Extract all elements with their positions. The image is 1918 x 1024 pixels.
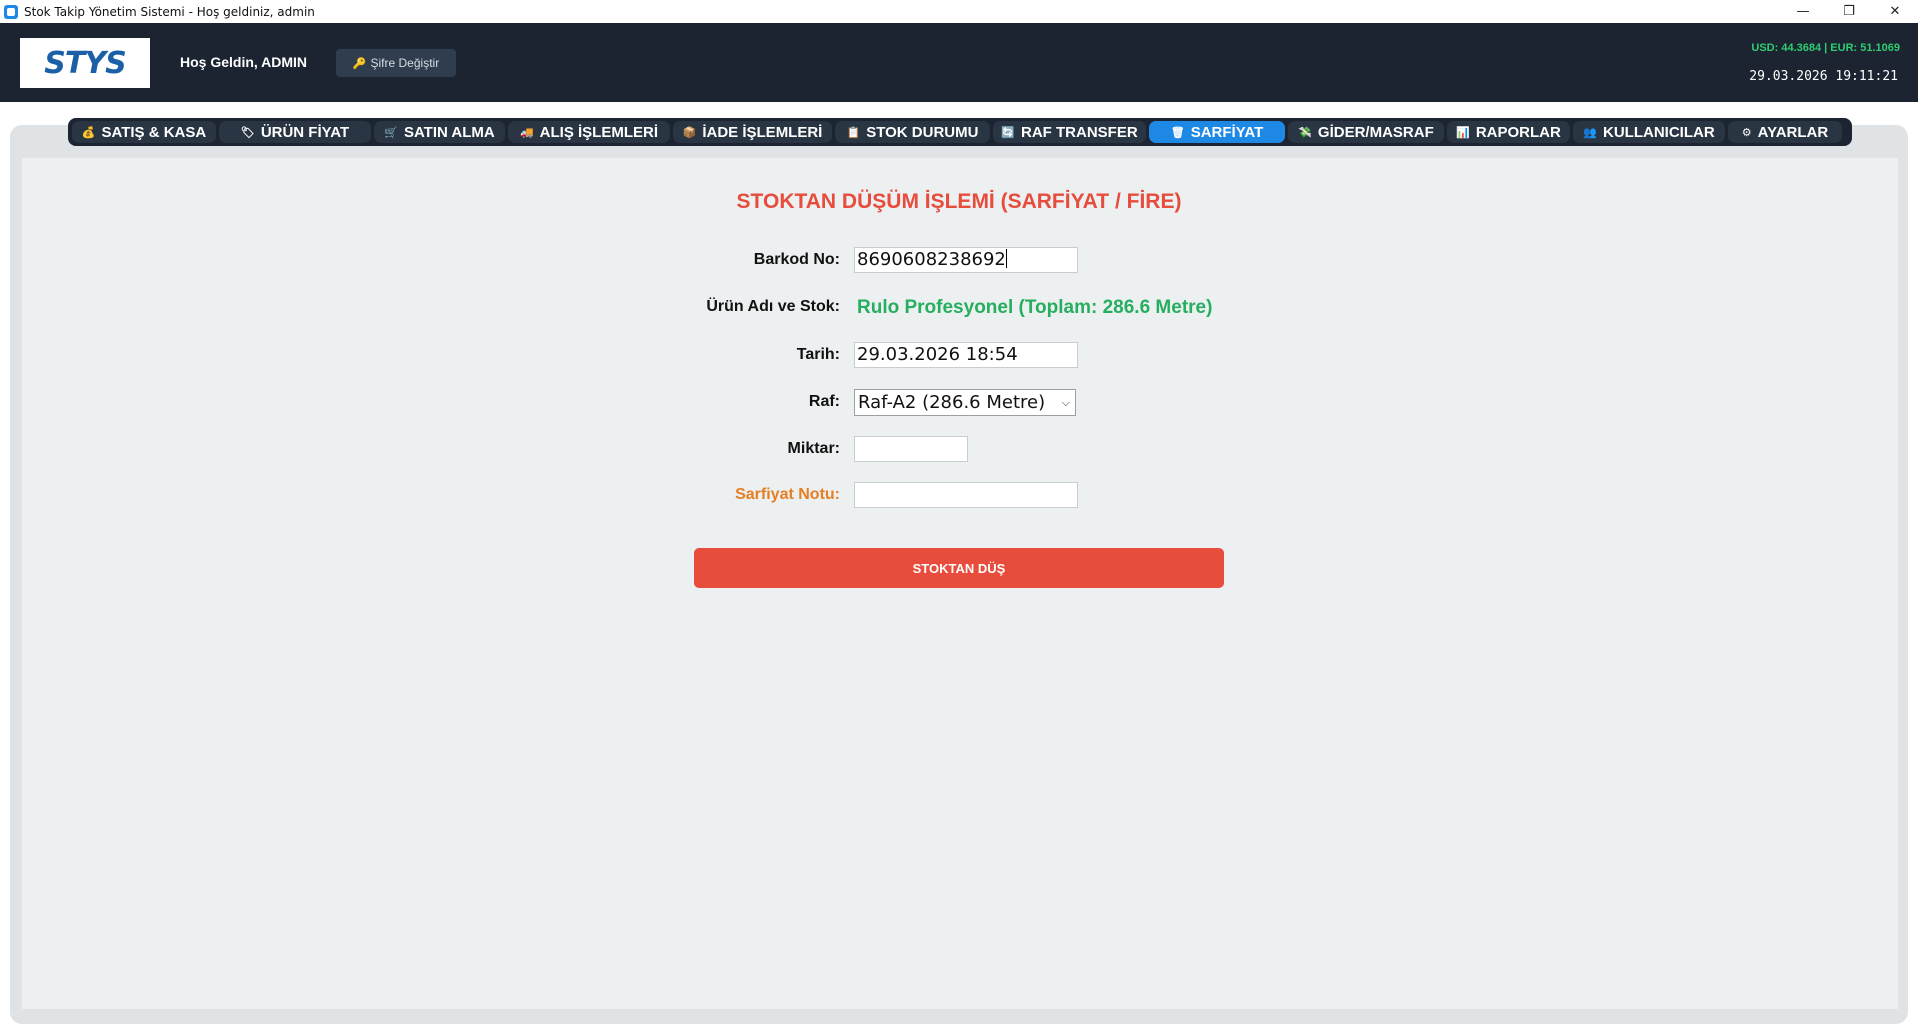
- note-input[interactable]: [854, 482, 1078, 508]
- money-wings-icon: 💸: [1298, 125, 1312, 139]
- tab-satin-alma[interactable]: 🛒 SATIN ALMA: [374, 121, 505, 143]
- app-icon: [4, 4, 18, 19]
- tab-sarfiyat[interactable]: 🗑 SARFİYAT: [1149, 121, 1285, 143]
- tab-label: AYARLAR: [1757, 123, 1829, 141]
- tab-label: SATIN ALMA: [403, 123, 495, 141]
- clock: 29.03.2026 19:11:21: [1749, 69, 1898, 84]
- app-header: STYS Hoş Geldin, ADMIN 🔑 Şifre Değiştir …: [0, 23, 1918, 102]
- note-label: Sarfiyat Notu:: [735, 486, 840, 503]
- price-tag-icon: 🏷: [240, 125, 255, 139]
- trash-icon: 🗑: [1170, 125, 1185, 139]
- tab-kullanicilar[interactable]: 👥 KULLANICILAR: [1573, 121, 1725, 143]
- tab-stok-durumu[interactable]: 📋 STOK DURUMU: [835, 121, 990, 143]
- tab-raf-transfer[interactable]: 🔄 RAF TRANSFER: [993, 121, 1146, 143]
- change-password-label: Şifre Değiştir: [370, 56, 440, 70]
- tab-label: RAPORLAR: [1475, 123, 1561, 141]
- barcode-input[interactable]: 8690608238692: [854, 247, 1078, 273]
- tab-label: İADE İŞLEMLERİ: [702, 123, 823, 141]
- package-icon: 📦: [682, 125, 697, 139]
- key-icon: 🔑: [352, 56, 367, 70]
- close-button[interactable]: ✕: [1872, 0, 1918, 23]
- users-icon: 👥: [1583, 125, 1598, 139]
- chevron-down-icon: ⌵: [1061, 396, 1070, 409]
- logo: STYS: [20, 38, 150, 88]
- text-cursor: [1005, 249, 1007, 268]
- main-nav: 💰 SATIŞ & KASA 🏷 ÜRÜN FİYAT 🛒 SATIN ALMA…: [68, 118, 1852, 146]
- tab-urun-fiyat[interactable]: 🏷 ÜRÜN FİYAT: [219, 121, 371, 143]
- transfer-icon: 🔄: [1001, 125, 1016, 139]
- quantity-input[interactable]: [854, 436, 968, 462]
- tab-satis-kasa[interactable]: 💰 SATIŞ & KASA: [72, 121, 216, 143]
- clipboard-icon: 📋: [846, 125, 861, 139]
- cart-icon: 🛒: [384, 125, 398, 139]
- minimize-button[interactable]: —: [1780, 0, 1826, 23]
- window-controls: — ❐ ✕: [1780, 0, 1918, 23]
- restore-button[interactable]: ❐: [1826, 0, 1872, 23]
- gear-icon: ⚙: [1741, 125, 1752, 139]
- logo-text: STYS: [44, 45, 126, 81]
- currency-rates: USD: 44.3684 | EUR: 51.1069: [1751, 42, 1900, 54]
- tab-label: KULLANICILAR: [1603, 123, 1715, 141]
- tab-raporlar[interactable]: 📊 RAPORLAR: [1447, 121, 1570, 143]
- form-title: STOKTAN DÜŞÜM İŞLEMİ (SARFİYAT / FİRE): [736, 190, 1182, 213]
- truck-icon: 🚚: [519, 125, 534, 139]
- date-value: 29.03.2026 18:54: [857, 344, 1018, 365]
- tab-label: ALIŞ İŞLEMLERİ: [539, 123, 659, 141]
- shelf-label: Raf:: [808, 393, 840, 410]
- chart-icon: 📊: [1456, 125, 1470, 139]
- window-titlebar: Stok Takip Yönetim Sistemi - Hoş geldini…: [0, 0, 1918, 23]
- tab-alis-islemleri[interactable]: 🚚 ALIŞ İŞLEMLERİ: [508, 121, 670, 143]
- tab-label: SARFİYAT: [1190, 123, 1264, 141]
- tab-label: STOK DURUMU: [866, 123, 979, 141]
- tab-gider-masraf[interactable]: 💸 GİDER/MASRAF: [1288, 121, 1444, 143]
- shelf-select[interactable]: Raf-A2 (286.6 Metre) ⌵: [854, 389, 1076, 416]
- date-input[interactable]: 29.03.2026 18:54: [854, 342, 1078, 368]
- window-title: Stok Takip Yönetim Sistemi - Hoş geldini…: [24, 4, 315, 19]
- product-label: Ürün Adı ve Stok:: [706, 298, 840, 315]
- tab-label: GİDER/MASRAF: [1317, 123, 1434, 141]
- money-bag-icon: 💰: [81, 125, 96, 139]
- shelf-selected-value: Raf-A2 (286.6 Metre): [858, 392, 1046, 413]
- welcome-text: Hoş Geldin, ADMIN: [180, 54, 308, 70]
- change-password-button[interactable]: 🔑 Şifre Değiştir: [336, 49, 456, 77]
- date-label: Tarih:: [796, 346, 840, 363]
- tab-ayarlar[interactable]: ⚙ AYARLAR: [1728, 121, 1842, 143]
- barcode-value: 8690608238692: [857, 249, 1006, 270]
- barcode-label: Barkod No:: [753, 251, 840, 268]
- tab-label: SATIŞ & KASA: [101, 123, 207, 141]
- product-info: Rulo Profesyonel (Toplam: 286.6 Metre): [857, 297, 1213, 318]
- quantity-label: Miktar:: [787, 440, 840, 457]
- tab-label: ÜRÜN FİYAT: [260, 123, 350, 141]
- tab-label: RAF TRANSFER: [1021, 123, 1138, 141]
- submit-button[interactable]: STOKTAN DÜŞ: [694, 548, 1224, 588]
- tab-iade-islemleri[interactable]: 📦 İADE İŞLEMLERİ: [673, 121, 832, 143]
